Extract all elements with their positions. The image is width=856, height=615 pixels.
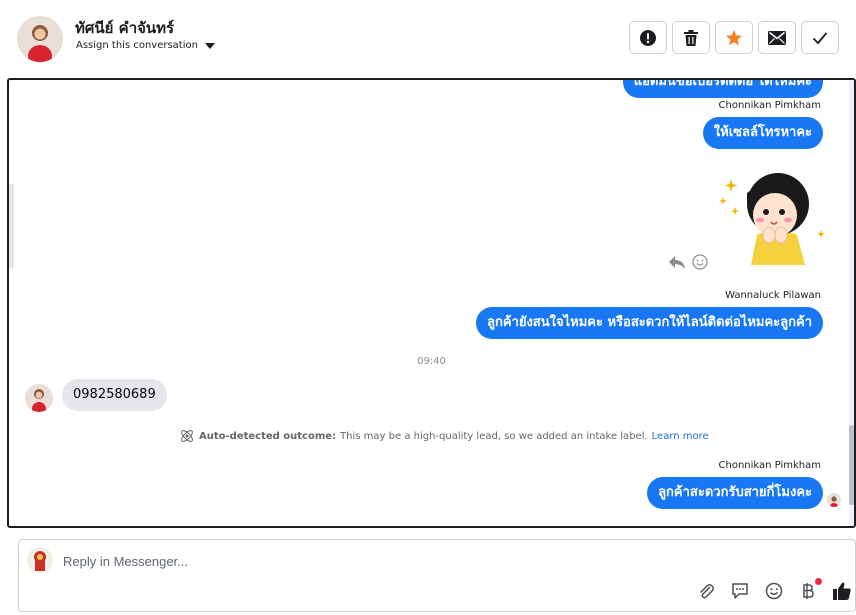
reply-box [18,539,856,612]
mark-done-button[interactable] [801,21,839,54]
delete-button[interactable] [672,21,710,54]
trash-icon [684,29,698,46]
sticker-actions [668,254,708,270]
contact-avatar-small [25,384,53,412]
outcome-label: Auto-detected outcome: [199,430,337,442]
outcome-text: This may be a high-quality lead, so we a… [340,430,648,442]
scrollbar-thumb[interactable] [849,425,854,505]
assign-label: Assign this conversation [76,40,198,51]
page-avatar [27,547,53,573]
sender-name: Chonnikan Pimkham [718,100,821,111]
mark-unread-button[interactable] [758,21,796,54]
payments-button[interactable] [798,578,822,601]
attach-button[interactable] [696,581,716,601]
notification-dot [815,578,822,585]
message-bubble-incoming[interactable]: 0982580689 [62,379,167,411]
conversation-header: ทัศนีย์ คำจันทร์ Assign this conversatio… [0,0,856,78]
star-icon [726,29,742,45]
react-emoji-icon[interactable] [692,254,708,270]
contact-avatar[interactable] [17,16,63,62]
star-button[interactable] [715,21,753,54]
reply-input[interactable] [63,551,663,571]
timestamp: 09:40 [417,356,446,367]
mail-icon [768,30,786,45]
caret-down-icon [204,42,215,49]
learn-more-link[interactable]: Learn more [652,431,709,442]
message-bubble-outgoing[interactable]: ลูกค้ายังสนใจไหมคะ หรือสะดวกให้ไลน์ติดต่… [476,307,823,339]
header-actions [629,21,839,54]
seen-receipt-avatar [827,493,841,507]
left-edge-bar [9,184,14,268]
mark-spam-button[interactable] [629,21,667,54]
contact-name[interactable]: ทัศนีย์ คำจันทร์ [75,16,174,40]
auto-detected-outcome: Auto-detected outcome: This may be a hig… [179,428,709,444]
sticker-image[interactable] [717,167,827,267]
reply-tools [696,578,852,601]
sender-name: Wannaluck Pilawan [725,290,821,301]
sender-name: Chonnikan Pimkham [718,460,821,471]
message-bubble-outgoing[interactable]: ให้เซลล์โทรหาคะ [702,117,823,149]
conversation-panel[interactable]: แอดมินขอเบอร์ติดต่อ ได้ไหมคะ Chonnikan P… [7,78,856,528]
message-bubble-outgoing[interactable]: ลูกค้าสะดวกรับสายกี่โมงคะ [647,477,823,509]
atom-icon [181,430,193,442]
like-icon [833,582,851,600]
emoji-button[interactable] [764,581,784,601]
saved-reply-icon [732,583,748,599]
saved-replies-button[interactable] [730,581,750,601]
alert-icon [640,29,656,46]
baht-icon [803,583,814,599]
assign-conversation-dropdown[interactable]: Assign this conversation [76,40,215,51]
like-button[interactable] [832,581,852,601]
emoji-icon [765,582,783,600]
attachment-icon [700,584,714,599]
check-icon [812,31,828,44]
message-bubble-outgoing[interactable]: แอดมินขอเบอร์ติดต่อ ได้ไหมคะ [622,80,823,98]
reply-icon[interactable] [668,254,686,270]
